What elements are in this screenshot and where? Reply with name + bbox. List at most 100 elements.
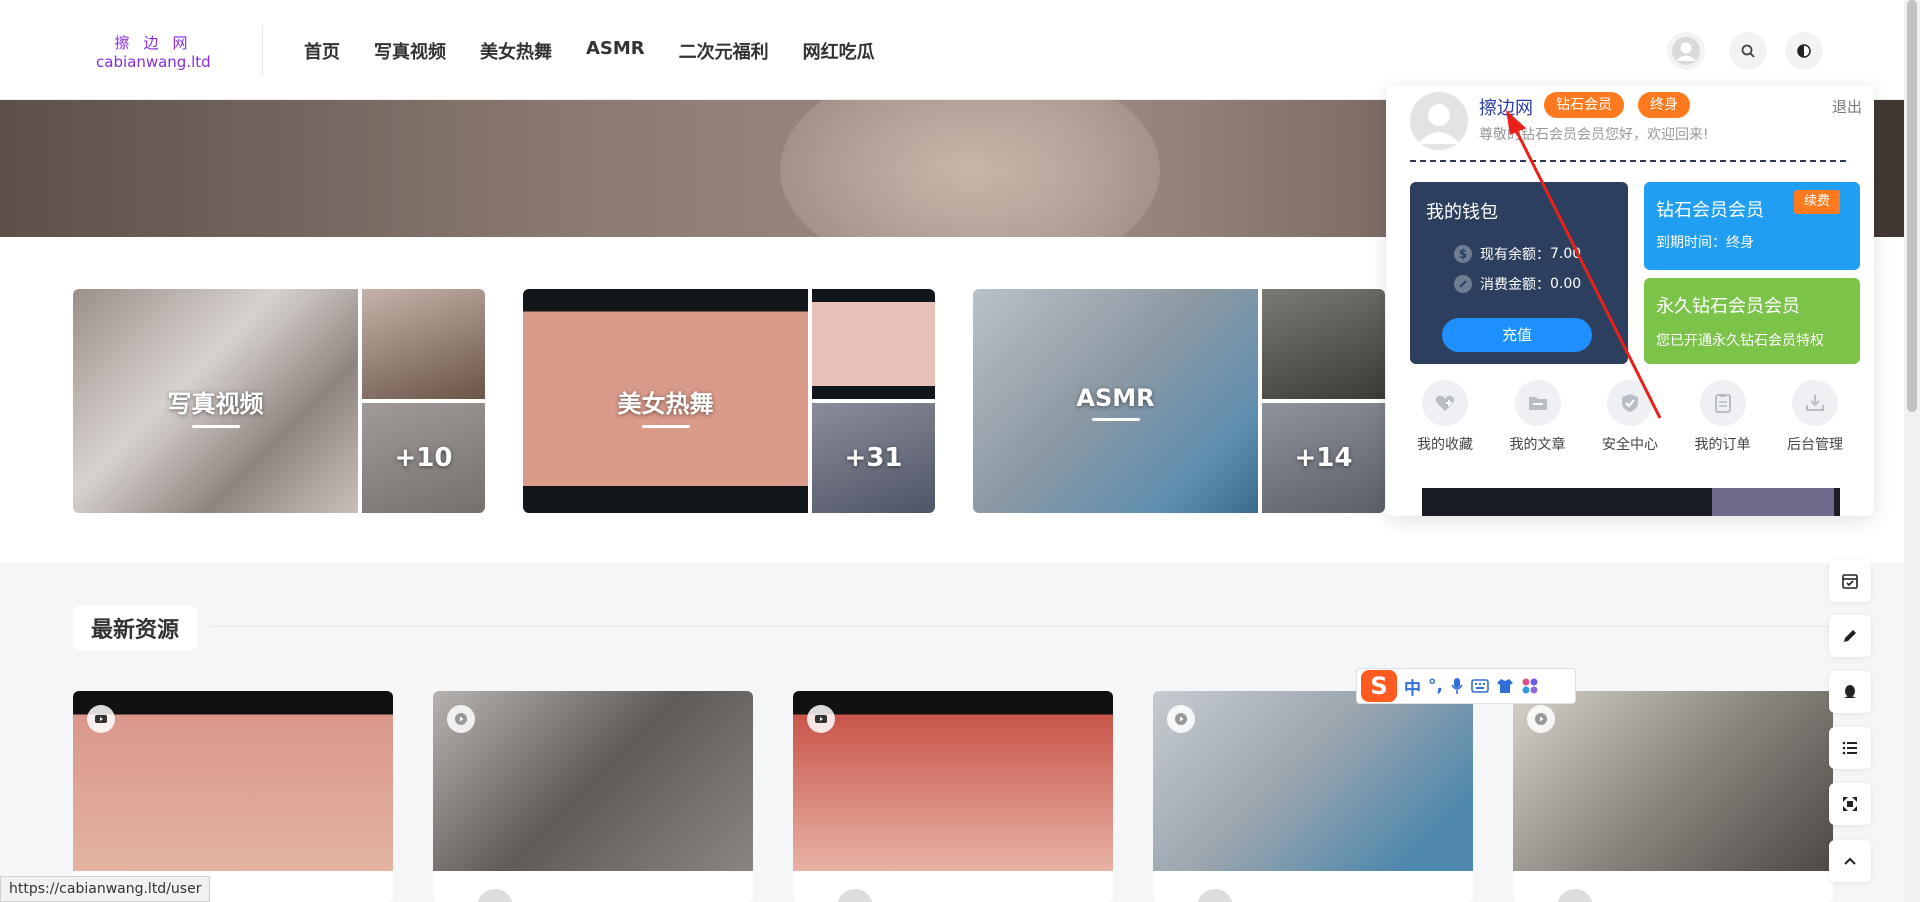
menu-label: 安全中心 [1602, 437, 1658, 453]
resource-card[interactable] [1513, 691, 1833, 902]
resource-thumbnail[interactable] [793, 691, 1113, 871]
vip-badge: 钻石会员 [1544, 92, 1624, 118]
category-title: 美女热舞 [523, 384, 808, 428]
back-to-top-button[interactable] [1829, 840, 1871, 882]
wallet-card: 我的钱包 $ 现有余额： 7.00 消费金额： 0.00 充值 [1410, 182, 1628, 364]
author-avatar[interactable] [477, 889, 513, 902]
vip-card: 钻石会员会员 续费 到期时间：终身 [1644, 182, 1860, 270]
resource-card[interactable] [73, 691, 393, 902]
resource-thumbnail[interactable] [73, 691, 393, 871]
nav-gossip[interactable]: 网红吃瓜 [803, 38, 875, 64]
resource-card[interactable] [433, 691, 753, 902]
site-logo[interactable]: 擦边网 cabianwang.ltd [96, 34, 211, 72]
balance-label: 现有余额： [1480, 247, 1550, 263]
menu-admin[interactable]: 后台管理 [1770, 380, 1860, 454]
menu-orders[interactable]: 我的订单 [1678, 380, 1768, 454]
skin-shirt-icon[interactable] [1496, 678, 1514, 694]
user-dropdown-panel: 擦边网 钻石会员 终身 退出 尊敬的钻石会员会员您好，欢迎回来! 我的钱包 $ … [1386, 86, 1874, 516]
menu-label: 我的订单 [1694, 437, 1751, 453]
scrollbar-thumb[interactable] [1907, 0, 1917, 412]
permanent-vip-title: 永久钻石会员会员 [1656, 296, 1800, 317]
menu-security[interactable]: 安全中心 [1585, 380, 1675, 454]
user-menu: 我的收藏 我的文章 安全中心 我的订单 后台管理 [1400, 380, 1860, 454]
ime-mode[interactable]: 中 [1404, 674, 1421, 699]
spent-value: 0.00 [1550, 276, 1582, 292]
search-button[interactable] [1729, 32, 1767, 70]
resource-card[interactable] [793, 691, 1113, 902]
permanent-vip-desc: 您已开通永久钻石会员特权 [1656, 333, 1824, 349]
resource-card[interactable] [1153, 691, 1473, 902]
theme-toggle-button[interactable] [1785, 32, 1823, 70]
heart-plus-icon [1435, 395, 1455, 411]
wallet-title: 我的钱包 [1426, 202, 1498, 223]
qq-penguin-icon [1844, 685, 1856, 698]
category-count: +31 [844, 443, 903, 473]
folder-icon [1528, 397, 1547, 410]
panel-divider [1410, 160, 1846, 162]
nav-dance[interactable]: 美女热舞 [480, 38, 552, 64]
vip-title: 钻石会员会员 [1656, 200, 1764, 221]
ime-toolbar[interactable]: S 中 °, [1356, 668, 1576, 704]
banner-glow [780, 100, 1160, 237]
logout-link[interactable]: 退出 [1832, 96, 1862, 117]
nav-acg[interactable]: 二次元福利 [679, 38, 769, 64]
author-avatar[interactable] [837, 889, 873, 902]
user-avatar-button[interactable] [1667, 32, 1705, 70]
category-more-tile[interactable]: +31 [812, 403, 935, 513]
qq-button[interactable] [1829, 671, 1871, 713]
menu-favorites[interactable]: 我的收藏 [1400, 380, 1490, 454]
resource-thumbnail[interactable] [433, 691, 753, 871]
logo-en-text: cabianwang.ltd [96, 53, 211, 71]
play-icon [455, 713, 467, 725]
menu-articles[interactable]: 我的文章 [1493, 380, 1583, 454]
author-avatar[interactable] [1197, 889, 1233, 902]
category-count: +14 [1294, 443, 1353, 473]
category-more-tile[interactable]: +14 [1262, 403, 1385, 513]
category-card-dance[interactable]: 美女热舞 +31 [523, 289, 935, 513]
section-divider [210, 626, 1830, 627]
category-card-asmr[interactable]: ASMR +14 [973, 289, 1385, 513]
nav-photo-video[interactable]: 写真视频 [374, 38, 446, 64]
vip-expire: 到期时间：终身 [1656, 235, 1754, 251]
balance-value: 7.00 [1550, 246, 1582, 262]
keyboard-icon[interactable] [1471, 679, 1489, 693]
spent-row: 消费金额： 0.00 [1454, 274, 1581, 294]
video-badge [1527, 705, 1555, 733]
play-icon [95, 715, 107, 723]
play-icon [815, 715, 827, 723]
section-title: 最新资源 [73, 606, 198, 650]
ime-logo[interactable]: S [1361, 670, 1397, 702]
category-count: +10 [394, 443, 453, 473]
calendar-check-icon [1842, 574, 1858, 589]
renew-button[interactable]: 续费 [1794, 190, 1841, 214]
pencil-icon [1844, 630, 1856, 642]
category-side-image [812, 289, 935, 399]
recharge-button[interactable]: 充值 [1442, 318, 1592, 352]
microphone-icon[interactable] [1450, 677, 1464, 695]
catalog-button[interactable] [1829, 727, 1871, 769]
resource-thumbnail[interactable] [1513, 691, 1833, 871]
main-nav: 首页 写真视频 美女热舞 ASMR 二次元福利 网红吃瓜 [304, 38, 875, 64]
clipboard-icon [1714, 394, 1731, 413]
author-avatar[interactable] [1557, 889, 1593, 902]
checkin-button[interactable] [1829, 560, 1871, 602]
username-link[interactable]: 擦边网 [1479, 94, 1533, 120]
user-icon [1672, 37, 1700, 65]
category-card-photo-video[interactable]: 写真视频 +10 [73, 289, 485, 513]
apps-grid-icon[interactable] [1521, 677, 1539, 695]
category-side-image [362, 289, 485, 399]
category-more-tile[interactable]: +10 [362, 403, 485, 513]
nav-home[interactable]: 首页 [304, 38, 340, 64]
ime-punct[interactable]: °, [1428, 676, 1443, 696]
menu-label: 我的文章 [1509, 437, 1566, 453]
fullscreen-button[interactable] [1829, 783, 1871, 825]
menu-label: 后台管理 [1787, 437, 1843, 453]
resource-thumbnail[interactable] [1153, 691, 1473, 871]
write-post-button[interactable] [1829, 615, 1871, 657]
chevron-up-icon [1844, 857, 1856, 865]
logo-divider [262, 26, 263, 76]
category-title: ASMR [973, 384, 1258, 421]
nav-asmr[interactable]: ASMR [586, 38, 645, 64]
user-avatar[interactable] [1410, 92, 1468, 150]
permanent-vip-card: 永久钻石会员会员 您已开通永久钻石会员特权 [1644, 278, 1860, 364]
